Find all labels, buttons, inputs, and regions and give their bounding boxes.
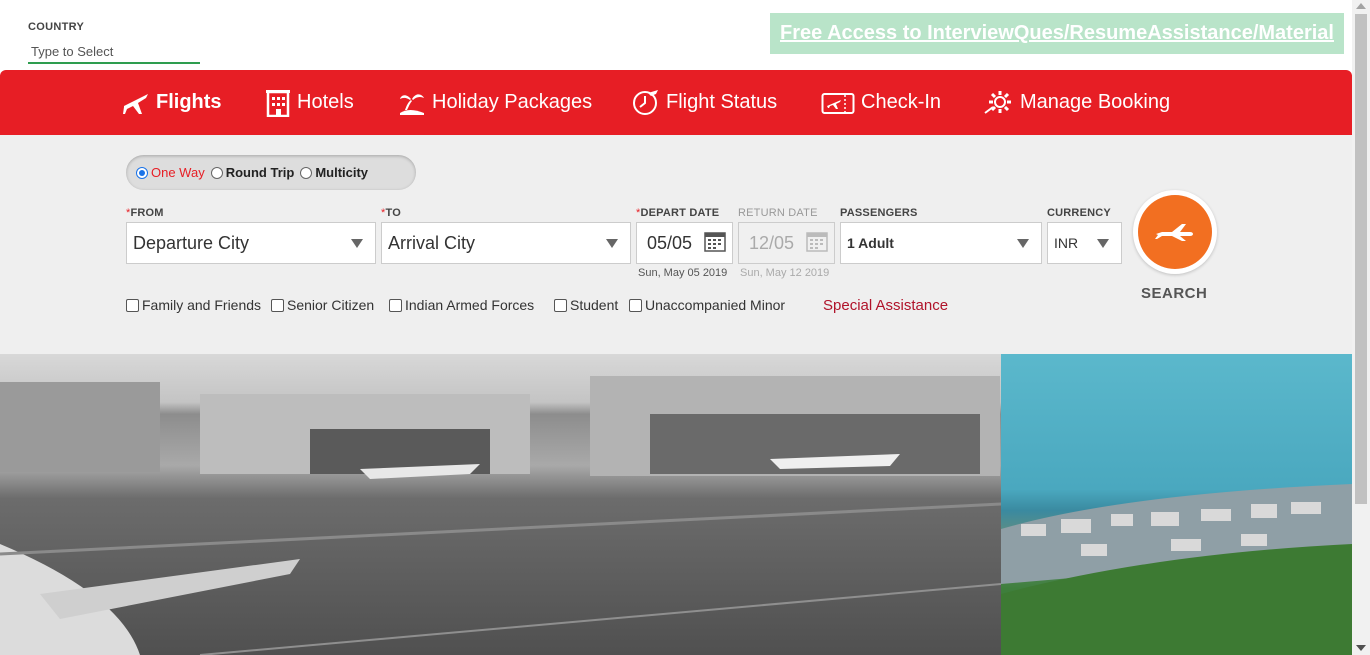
calendar-icon[interactable] [704,230,726,252]
checkbox-student[interactable]: Student [554,297,618,313]
checkbox-box[interactable] [554,298,567,312]
plane-icon [1155,224,1193,241]
trip-option-round-trip[interactable]: Round Trip [210,165,295,180]
clock-plane-icon [633,89,658,115]
return-date-full: Sun, May 12 2019 [740,267,830,279]
checkbox-box[interactable] [271,298,284,312]
passengers-label: PASSENGERS [840,207,918,219]
chevron-down-icon [351,239,363,248]
trip-option-multicity[interactable]: Multicity [300,165,368,180]
to-label-text: TO [385,207,401,219]
passengers-value: 1 Adult [847,235,894,251]
chevron-down-icon [606,239,618,248]
nav-item-flight-status[interactable]: Flight Status [632,70,777,135]
from-value: Departure City [133,232,250,253]
to-value: Arrival City [388,232,476,253]
nav-item-flights[interactable]: Flights [122,70,222,135]
nav-label-manage-booking: Manage Booking [1020,91,1171,113]
scroll-thumb[interactable] [1355,14,1367,504]
currency-label: CURRENCY [1047,207,1111,219]
checkbox-box[interactable] [629,298,642,312]
checkbox-armed-forces[interactable]: Indian Armed Forces [389,297,534,313]
checkbox-box[interactable] [389,298,402,312]
trip-option-label: One Way [151,165,205,180]
search-button[interactable] [1133,190,1217,274]
checkbox-label: Family and Friends [142,297,262,313]
special-assistance-link[interactable]: Special Assistance [823,297,948,314]
building-icon [266,89,290,117]
promo-banner: Free Access to InterviewQues/ResumeAssis… [770,13,1344,54]
depart-date-label-text: DEPART DATE [640,207,720,219]
search-button-inner [1138,195,1212,269]
currency-value: INR [1054,235,1079,251]
nav-item-manage-booking[interactable]: Manage Booking [984,70,1170,135]
plane-icon [123,93,148,114]
from-label: *FROM [126,207,164,219]
palm-tree-icon [400,93,424,115]
checkbox-box[interactable] [126,298,139,312]
trip-option-label: Round Trip [225,165,295,180]
trip-option-label: Multicity [315,165,369,180]
scroll-down-arrow-icon[interactable] [1356,645,1366,651]
checkbox-family-friends[interactable]: Family and Friends [126,297,261,313]
scrollbar[interactable] [1352,0,1370,655]
depart-date-input[interactable]: 05/05 [636,222,733,264]
trip-option-one-way[interactable]: One Way [136,165,205,180]
return-date-value: 12/05 [749,232,795,253]
return-date-label: RETURN DATE [738,207,818,219]
passengers-select[interactable]: 1 Adult [840,222,1042,264]
nav-label-hotels: Hotels [297,91,354,113]
checkbox-label: Senior Citizen [287,297,375,313]
checkbox-label: Student [570,297,619,313]
trip-type-toggle: One Way Round Trip Multicity [126,155,416,190]
checkbox-label: Unaccompanied Minor [645,297,786,313]
checkbox-senior-citizen[interactable]: Senior Citizen [271,297,374,313]
radio-one-way[interactable] [136,166,148,179]
depart-date-label: *DEPART DATE [636,207,719,219]
to-select[interactable]: Arrival City [381,222,631,264]
hero-banner [0,354,1352,655]
promo-link[interactable]: Free Access to InterviewQues/ResumeAssis… [780,22,1334,45]
ticket-icon [821,92,855,114]
currency-select[interactable]: INR [1047,222,1122,264]
hero-image-coast [1001,354,1352,655]
radio-round-trip[interactable] [210,166,223,179]
from-select[interactable]: Departure City [126,222,376,264]
nav-item-hotels[interactable]: Hotels [265,70,354,135]
scroll-up-arrow-icon[interactable] [1356,3,1366,9]
checkbox-label: Indian Armed Forces [405,297,535,313]
hero-image-airport [0,354,1002,655]
radio-multicity[interactable] [300,166,313,179]
country-label: COUNTRY [28,21,85,33]
nav-label-holiday-packages: Holiday Packages [432,91,593,113]
calendar-icon[interactable] [806,230,828,252]
nav-label-flights: Flights [156,91,222,113]
search-panel: One Way Round Trip Multicity *FROM Depar… [0,135,1352,354]
nav-item-check-in[interactable]: Check-In [821,70,941,135]
depart-date-value: 05/05 [647,232,693,253]
nav-label-check-in: Check-In [861,91,942,113]
top-bar: COUNTRY Free Access to InterviewQues/Res… [0,0,1352,70]
airport-illustration [0,376,1002,655]
chevron-down-icon [1097,239,1109,248]
nav-label-flight-status: Flight Status [666,91,778,113]
search-label: SEARCH [1141,285,1208,302]
coast-illustration [1001,484,1352,655]
from-label-text: FROM [130,207,164,219]
return-date-input[interactable]: 12/05 [738,222,835,264]
main-nav: Flights Hotels Holiday Packages Flight S… [0,70,1352,135]
nav-item-holiday-packages[interactable]: Holiday Packages [398,70,592,135]
depart-date-full: Sun, May 05 2019 [638,267,728,279]
country-input[interactable] [28,40,200,64]
gear-icon [984,90,1011,114]
checkbox-unaccompanied-minor[interactable]: Unaccompanied Minor [629,297,785,313]
chevron-down-icon [1017,239,1029,248]
to-label: *TO [381,207,401,219]
